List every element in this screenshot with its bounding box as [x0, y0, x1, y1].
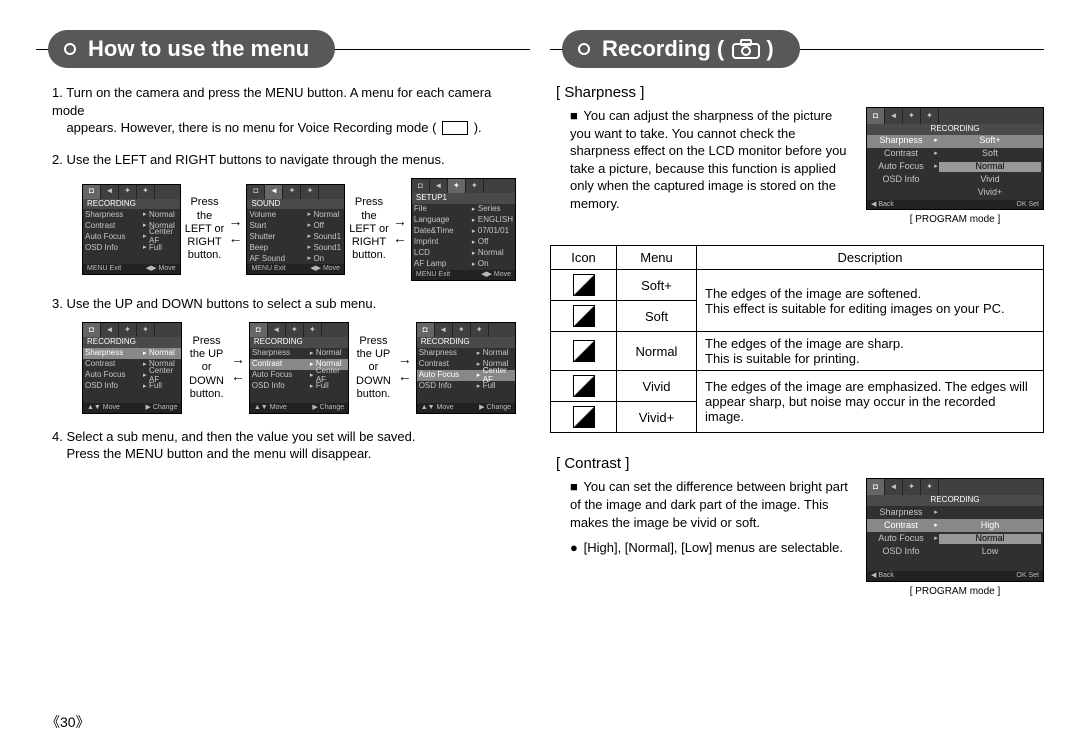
th-icon: Icon: [551, 246, 617, 270]
lcd-rec-sel1: ◘◄✦✦ RECORDING Sharpness▸Normal Contrast…: [82, 322, 182, 413]
step1-line2b: ).: [474, 120, 482, 135]
contrast-bullet: ● [High], [Normal], [Low] menus are sele…: [570, 539, 856, 557]
step4-line2: Press the MENU button and the menu will …: [66, 446, 371, 461]
sharpness-caption: [ PROGRAM mode ]: [866, 214, 1044, 225]
sharpness-icon-vividplus: [573, 406, 595, 428]
lcd-sharpness-submenu: ◘◄✦✦ RECORDING Sharpness▸Soft+ Contrast▸…: [866, 107, 1044, 210]
sharpness-icon-softplus: [573, 274, 595, 296]
lcd-row-lr: ◘◄✦✦ RECORDING Sharpness▸Normal Contrast…: [82, 178, 516, 280]
th-menu: Menu: [617, 246, 697, 270]
press-lr-2: Press the LEFT or RIGHT button.: [349, 196, 389, 262]
left-steps: 1. Turn on the camera and press the MENU…: [52, 84, 520, 463]
th-desc: Description: [697, 246, 1044, 270]
lcd-recording-section: RECORDING: [83, 199, 180, 210]
press-ud-1: Press the UP or DOWN button.: [186, 335, 227, 401]
press-ud-2: Press the UP or DOWN button.: [353, 335, 394, 401]
contrast-caption: [ PROGRAM mode ]: [866, 586, 1044, 597]
camera-icon: ◘: [83, 185, 101, 199]
lcd-rec-sel3: ◘◄✦✦ RECORDING Sharpness▸Normal Contrast…: [416, 322, 516, 413]
sharpness-heading: [ Sharpness ]: [556, 84, 1044, 101]
lcd-recording: ◘◄✦✦ RECORDING Sharpness▸Normal Contrast…: [82, 184, 181, 275]
step2: 2. Use the LEFT and RIGHT buttons to nav…: [52, 152, 445, 167]
page-number: 《30》: [46, 712, 90, 732]
lcd-rec-sel2: ◘◄✦✦ RECORDING Sharpness▸Normal Contrast…: [249, 322, 349, 413]
sharpness-icon-vivid: [573, 375, 595, 397]
lcd-setup: ◘◄✦✦ SETUP1 File▸Series Language▸ENGLISH…: [411, 178, 516, 280]
step4-line1: 4. Select a sub menu, and then the value…: [52, 429, 416, 444]
lcd-row-ud: ◘◄✦✦ RECORDING Sharpness▸Normal Contrast…: [82, 322, 516, 413]
step1-line1: 1. Turn on the camera and press the MENU…: [52, 85, 491, 118]
camera-icon: [732, 39, 760, 59]
left-title-pill: How to use the menu: [36, 30, 530, 68]
sharpness-paragraph: ■ You can adjust the sharpness of the pi…: [570, 107, 856, 212]
right-title-pill: Recording ( ): [550, 30, 1044, 68]
right-column: Recording ( ) [ Sharpness ] ■ You can ad…: [550, 30, 1044, 597]
sharpness-table: Icon Menu Description Soft+ The edges of…: [550, 245, 1044, 433]
contrast-paragraph: ■ You can set the difference between bri…: [570, 478, 856, 531]
lcd-contrast-submenu: ◘◄✦✦ RECORDING Sharpness▸ Contrast▸High …: [866, 478, 1044, 581]
step3: 3. Use the UP and DOWN buttons to select…: [52, 296, 376, 311]
right-title-a: Recording (: [602, 36, 724, 62]
step1-line2a: appears. However, there is no menu for V…: [66, 120, 436, 135]
voice-mode-icon: [442, 121, 468, 135]
press-lr-1: Press the LEFT or RIGHT button.: [185, 196, 225, 262]
lcd-sound: ◘◄✦✦ SOUND Volume▸Normal Start▸Off Shutt…: [246, 184, 345, 275]
left-column: How to use the menu 1. Turn on the camer…: [36, 30, 530, 597]
contrast-heading: [ Contrast ]: [556, 455, 1044, 472]
right-title-b: ): [766, 36, 773, 62]
left-title: How to use the menu: [88, 36, 309, 62]
sharpness-icon-normal: [573, 340, 595, 362]
sharpness-icon-soft: [573, 305, 595, 327]
